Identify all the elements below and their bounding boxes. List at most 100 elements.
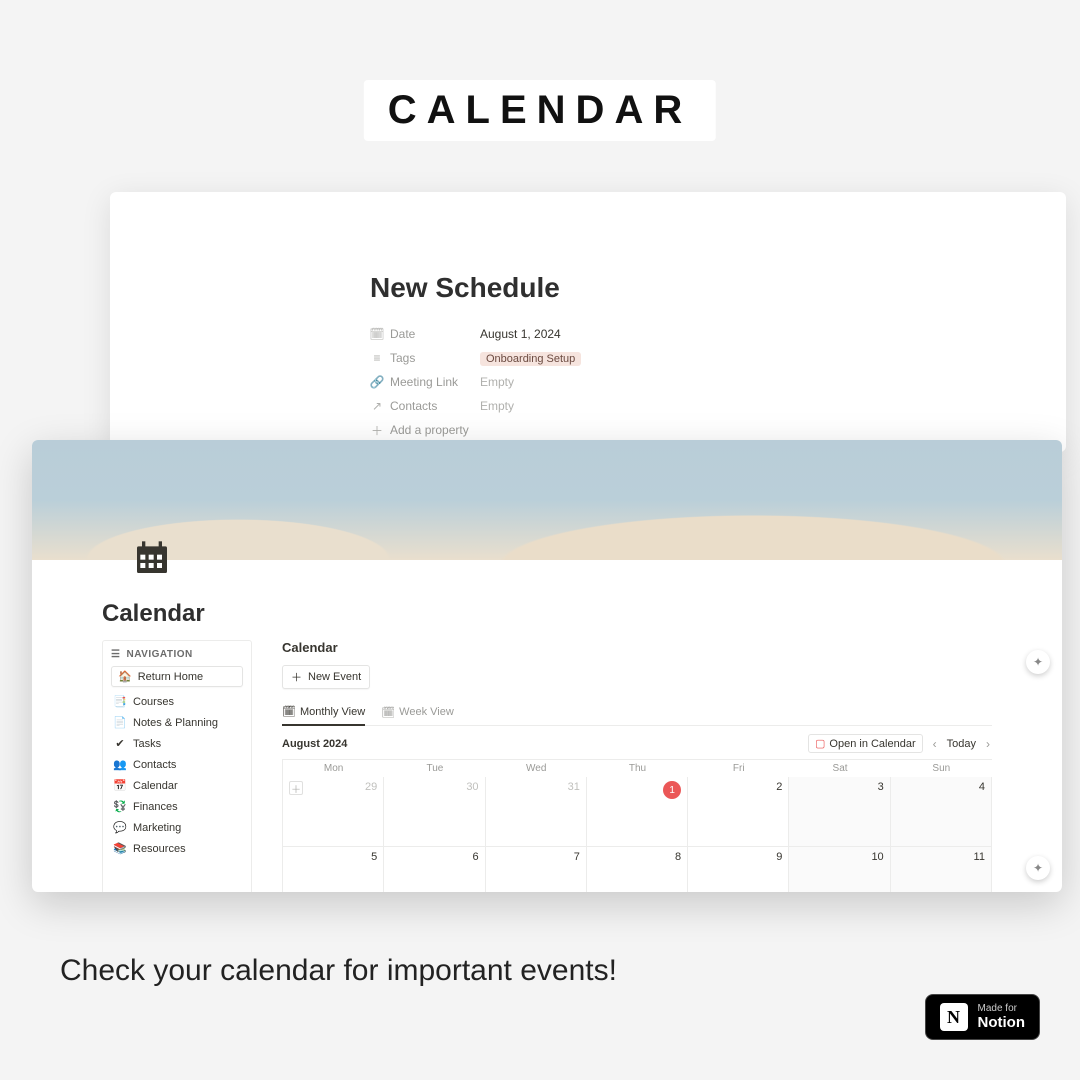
property-row: 🔗Meeting LinkEmpty [370,370,806,394]
home-icon: 🏠 [118,670,132,683]
property-row: ≡TagsOnboarding Setup [370,346,806,370]
day-number: 31 [568,781,580,793]
calendar-cell[interactable]: 8 [587,847,688,892]
day-number: 9 [776,851,782,863]
calendar-month: August 2024 [282,738,347,750]
nav-item-icon: 👥 [113,758,127,771]
calendar-cell[interactable]: 7 [486,847,587,892]
tab-label: Monthly View [300,706,365,718]
weekday-header: Sat [789,760,890,777]
return-home-button[interactable]: 🏠 Return Home [111,666,243,687]
calendar-cell[interactable]: 3 [789,777,890,847]
sidebar-item[interactable]: 📚Resources [111,838,243,859]
new-event-button[interactable]: ＋ New Event [282,665,370,689]
view-tab[interactable]: 🗓 Monthly View [282,701,365,726]
nav-item-label: Resources [133,843,186,855]
nav-item-label: Notes & Planning [133,717,218,729]
day-number: 30 [466,781,478,793]
calendar-cell[interactable]: 6 [384,847,485,892]
calendar-cell[interactable]: 10 [789,847,890,892]
next-month-button[interactable]: › [984,737,992,751]
new-event-label: New Event [308,671,361,683]
sidebar-item[interactable]: 💬Marketing [111,817,243,838]
nav-item-icon: 💬 [113,821,127,834]
sidebar-item[interactable]: 📅 Calendar [111,775,243,796]
prev-month-button[interactable]: ‹ [931,737,939,751]
weekday-header: Sun [891,760,992,777]
property-label: Contacts [390,399,437,413]
day-number: 1 [663,781,681,799]
calendar-cell[interactable]: 9 [688,847,789,892]
nav-item-icon: 📑 [113,695,127,708]
nav-item-icon: 💱 [113,800,127,813]
nav-item-label: Tasks [133,738,161,750]
navigation-panel: ☰ NAVIGATION 🏠 Return Home 📑 Courses 📄 Note… [102,640,252,892]
nav-item-icon: 📅 [113,779,127,792]
calendar-cell[interactable]: 30 [384,777,485,847]
calendar-cell[interactable]: 11 [891,847,992,892]
day-number: 10 [871,851,883,863]
day-number: 6 [472,851,478,863]
sidebar-item[interactable]: 📑 Courses [111,691,243,712]
calendar-tab-icon: 🗓 [381,706,395,719]
property-row: ↗ Contacts Empty [370,394,806,418]
return-home-label: Return Home [138,671,203,683]
day-number: 29 [365,781,377,793]
calendar-cell[interactable]: 31 [486,777,587,847]
view-tab[interactable]: 🗓 Week View [381,701,454,725]
calendar-tab-icon: 🗓 [282,705,296,718]
nav-header: ☰ NAVIGATION [111,647,243,662]
open-in-calendar-label: Open in Calendar [829,738,915,750]
ai-fab-button-2[interactable]: ✦ [1026,856,1050,880]
calendar-cell[interactable]: 5 [283,847,384,892]
badge-brand: Notion [978,1014,1025,1031]
open-in-calendar-button[interactable]: ▢ Open in Calendar [808,734,923,753]
day-number: 11 [974,851,985,863]
weekday-header: Fri [688,760,789,777]
day-number: 7 [574,851,580,863]
day-number: 2 [776,781,782,793]
calendar-app-icon: ▢ [815,737,825,750]
day-number: 4 [979,781,985,793]
property-label: Date [390,327,415,341]
nav-item-icon: 📄 [113,716,127,729]
property-label: Tags [390,351,415,365]
arrow-icon: ↗ [370,399,384,413]
nav-item-icon: ✔ [113,737,127,750]
ai-fab-button[interactable]: ✦ [1026,650,1050,674]
banner-title: CALENDAR [364,80,716,141]
plus-icon: ＋ [291,669,302,685]
calendar-grid: MonTueWedThuFriSatSun ＋29303112345678910… [282,759,992,892]
day-number: 8 [675,851,681,863]
property-row: 🗓DateAugust 1, 2024 [370,322,806,346]
schedule-card: New Schedule 🗓DateAugust 1, 2024≡TagsOnb… [110,192,1066,452]
section-title: Calendar [282,640,992,655]
property-label: Add a property [390,423,469,437]
made-for-notion-badge: N Made for Notion [925,994,1040,1040]
sidebar-item[interactable]: 📄 Notes & Planning [111,712,243,733]
calendar-cell[interactable]: ＋ 29 [283,777,384,847]
cover-image [32,440,1062,560]
add-event-icon[interactable]: ＋ [289,781,303,795]
sidebar-item[interactable]: ✔ Tasks [111,733,243,754]
property-value: August 1, 2024 [480,327,561,341]
notion-logo-icon: N [940,1003,968,1031]
calendar-cell[interactable]: 1 [587,777,688,847]
tag-chip: Onboarding Setup [480,352,581,366]
nav-item-label: Courses [133,696,174,708]
weekday-header: Thu [587,760,688,777]
day-number: 5 [371,851,377,863]
sidebar-item[interactable]: 👥 Contacts [111,754,243,775]
nav-item-label: Calendar [133,780,178,792]
property-label: Meeting Link [390,375,458,389]
property-row[interactable]: ＋Add a property [370,418,806,442]
nav-item-label: Contacts [133,759,176,771]
weekday-header: Wed [486,760,587,777]
calendar-cell[interactable]: 2 [688,777,789,847]
today-button[interactable]: Today [947,738,976,750]
menu-icon: ☰ [111,649,120,660]
calendar-cell[interactable]: 4 [891,777,992,847]
sidebar-item[interactable]: 💱Finances [111,796,243,817]
property-value: Empty [480,399,514,413]
tab-label: Week View [399,706,454,718]
